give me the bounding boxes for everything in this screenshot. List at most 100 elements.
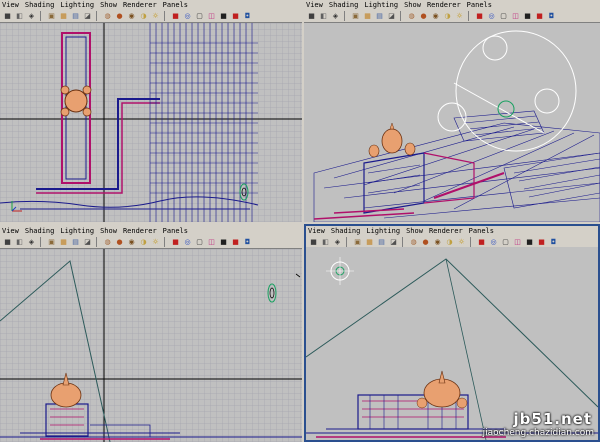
wireframe-icon[interactable]: ◍: [102, 237, 113, 248]
render-icon[interactable]: ■: [218, 237, 229, 248]
viewport-bottom-right-active[interactable]: View Shading Lighting Show Renderer Pane…: [304, 224, 600, 442]
menu-view[interactable]: View: [306, 0, 323, 10]
render-icon[interactable]: ■: [522, 11, 533, 22]
hq-render-icon[interactable]: ■: [230, 237, 241, 248]
xray-joints-icon[interactable]: ◫: [206, 11, 217, 22]
textured-icon[interactable]: ◑: [138, 237, 149, 248]
menu-renderer[interactable]: Renderer: [123, 0, 157, 10]
bookmark-icon[interactable]: ◈: [26, 237, 37, 248]
viewport-bottom-left[interactable]: View Shading Lighting Show Renderer Pane…: [0, 226, 302, 442]
menu-show[interactable]: Show: [406, 226, 423, 236]
camera-icon[interactable]: ■: [308, 237, 319, 248]
menu-renderer[interactable]: Renderer: [123, 226, 157, 236]
xray-icon[interactable]: ◎: [486, 11, 497, 22]
menu-view[interactable]: View: [308, 226, 325, 236]
wireframe-icon[interactable]: ◍: [408, 237, 419, 248]
grid-icon[interactable]: ▦: [364, 237, 375, 248]
menu-panels[interactable]: Panels: [163, 0, 188, 10]
camera-attributes-icon[interactable]: ◧: [318, 11, 329, 22]
lights-icon[interactable]: ☼: [456, 237, 467, 248]
camera-attributes-icon[interactable]: ◧: [320, 237, 331, 248]
shadows-icon[interactable]: ■: [170, 11, 181, 22]
smooth-shade-icon[interactable]: ●: [418, 11, 429, 22]
resolution-icon[interactable]: ◘: [242, 11, 253, 22]
menu-panels[interactable]: Panels: [469, 226, 494, 236]
isolate-icon[interactable]: ▢: [500, 237, 511, 248]
menu-panels[interactable]: Panels: [467, 0, 492, 10]
xray-joints-icon[interactable]: ◫: [512, 237, 523, 248]
film-gate-icon[interactable]: ▤: [374, 11, 385, 22]
menu-lighting[interactable]: Lighting: [60, 226, 94, 236]
smooth-shade-icon[interactable]: ●: [114, 11, 125, 22]
resolution-gate-icon[interactable]: ◪: [386, 11, 397, 22]
menu-view[interactable]: View: [2, 226, 19, 236]
wireframe-icon[interactable]: ◍: [406, 11, 417, 22]
film-gate-icon[interactable]: ▤: [376, 237, 387, 248]
image-plane-icon[interactable]: ▣: [46, 237, 57, 248]
smooth-shade-icon[interactable]: ●: [114, 237, 125, 248]
image-plane-icon[interactable]: ▣: [350, 11, 361, 22]
bookmark-icon[interactable]: ◈: [26, 11, 37, 22]
menu-lighting[interactable]: Lighting: [364, 0, 398, 10]
xray-joints-icon[interactable]: ◫: [206, 237, 217, 248]
menu-panels[interactable]: Panels: [163, 226, 188, 236]
menu-show[interactable]: Show: [100, 226, 117, 236]
hq-render-icon[interactable]: ■: [534, 11, 545, 22]
lights-icon[interactable]: ☼: [150, 237, 161, 248]
wireframe-on-shaded-icon[interactable]: ◉: [430, 11, 441, 22]
shadows-icon[interactable]: ■: [474, 11, 485, 22]
resolution-gate-icon[interactable]: ◪: [82, 11, 93, 22]
menu-lighting[interactable]: Lighting: [366, 226, 400, 236]
shadows-icon[interactable]: ■: [170, 237, 181, 248]
menu-renderer[interactable]: Renderer: [429, 226, 463, 236]
menu-show[interactable]: Show: [100, 0, 117, 10]
resolution-gate-icon[interactable]: ◪: [82, 237, 93, 248]
menu-show[interactable]: Show: [404, 0, 421, 10]
grid-icon[interactable]: ▦: [58, 11, 69, 22]
resolution-icon[interactable]: ◘: [242, 237, 253, 248]
menu-shading[interactable]: Shading: [331, 226, 361, 236]
xray-icon[interactable]: ◎: [182, 11, 193, 22]
xray-joints-icon[interactable]: ◫: [510, 11, 521, 22]
resolution-gate-icon[interactable]: ◪: [388, 237, 399, 248]
xray-icon[interactable]: ◎: [182, 237, 193, 248]
textured-icon[interactable]: ◑: [138, 11, 149, 22]
resolution-icon[interactable]: ◘: [548, 237, 559, 248]
camera-icon[interactable]: ■: [306, 11, 317, 22]
render-icon[interactable]: ■: [218, 11, 229, 22]
wireframe-icon[interactable]: ◍: [102, 11, 113, 22]
wireframe-on-shaded-icon[interactable]: ◉: [126, 11, 137, 22]
lights-icon[interactable]: ☼: [454, 11, 465, 22]
camera-icon[interactable]: ■: [2, 11, 13, 22]
hq-render-icon[interactable]: ■: [230, 11, 241, 22]
render-icon[interactable]: ■: [524, 237, 535, 248]
menu-shading[interactable]: Shading: [25, 226, 55, 236]
camera-attributes-icon[interactable]: ◧: [14, 11, 25, 22]
lights-icon[interactable]: ☼: [150, 11, 161, 22]
menu-view[interactable]: View: [2, 0, 19, 10]
viewport-canvas[interactable]: [0, 249, 302, 442]
isolate-icon[interactable]: ▢: [498, 11, 509, 22]
resolution-icon[interactable]: ◘: [546, 11, 557, 22]
camera-attributes-icon[interactable]: ◧: [14, 237, 25, 248]
bookmark-icon[interactable]: ◈: [332, 237, 343, 248]
menu-lighting[interactable]: Lighting: [60, 0, 94, 10]
viewport-top-left[interactable]: View Shading Lighting Show Renderer Pane…: [0, 0, 302, 222]
viewport-canvas[interactable]: [304, 23, 600, 222]
menu-renderer[interactable]: Renderer: [427, 0, 461, 10]
viewport-canvas[interactable]: [0, 23, 302, 222]
textured-icon[interactable]: ◑: [442, 11, 453, 22]
hq-render-icon[interactable]: ■: [536, 237, 547, 248]
camera-icon[interactable]: ■: [2, 237, 13, 248]
image-plane-icon[interactable]: ▣: [46, 11, 57, 22]
shadows-icon[interactable]: ■: [476, 237, 487, 248]
isolate-icon[interactable]: ▢: [194, 11, 205, 22]
wireframe-on-shaded-icon[interactable]: ◉: [432, 237, 443, 248]
image-plane-icon[interactable]: ▣: [352, 237, 363, 248]
xray-icon[interactable]: ◎: [488, 237, 499, 248]
menu-shading[interactable]: Shading: [329, 0, 359, 10]
grid-icon[interactable]: ▦: [58, 237, 69, 248]
bookmark-icon[interactable]: ◈: [330, 11, 341, 22]
viewport-top-right[interactable]: View Shading Lighting Show Renderer Pane…: [304, 0, 600, 222]
menu-shading[interactable]: Shading: [25, 0, 55, 10]
